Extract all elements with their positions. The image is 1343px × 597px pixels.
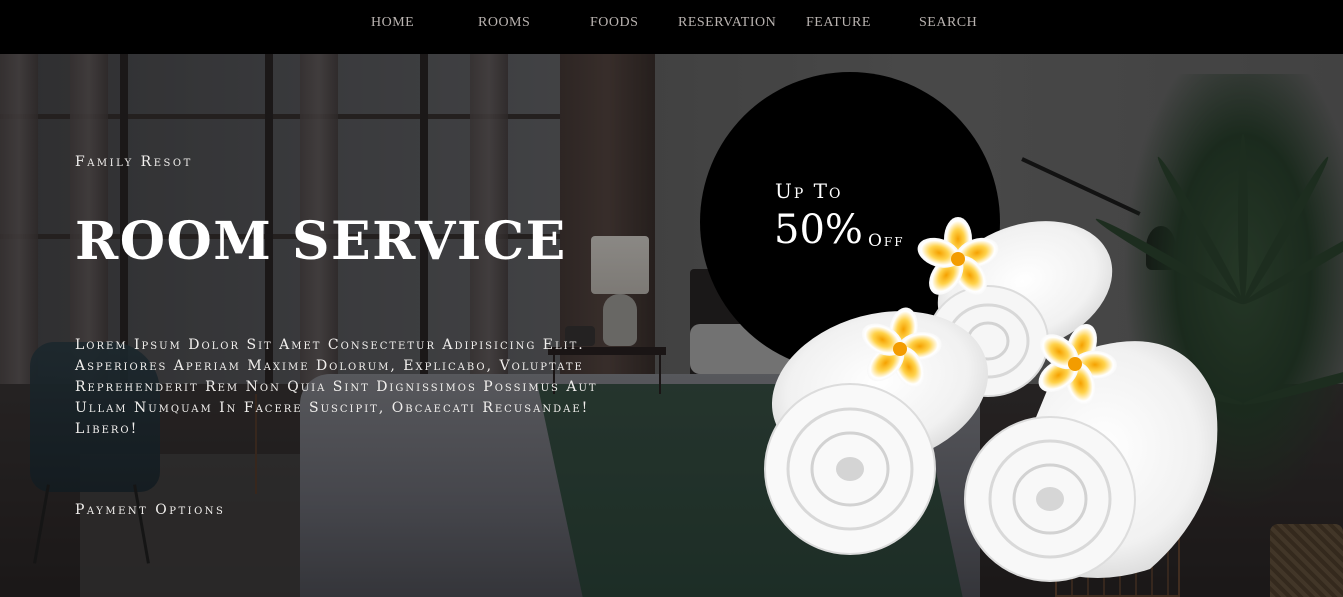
hero-eyebrow: Family Resot	[75, 154, 193, 170]
nav-search-link[interactable]: SEARCH	[919, 15, 977, 31]
payment-options-link[interactable]: Payment Options	[75, 502, 225, 518]
top-navigation: HOME ROOMS FOODS RESERVATION FEATURE SEA…	[0, 0, 1343, 54]
nav-home-link[interactable]: HOME	[371, 15, 414, 31]
towels-flowers-image	[764, 217, 1218, 582]
nav-feature-link[interactable]: FEATURE	[806, 15, 871, 31]
hero-headline: ROOM SERVICE	[75, 211, 567, 272]
nav-rooms-link[interactable]: ROOMS	[478, 15, 530, 31]
nav-reservation-link[interactable]: RESERVATION	[678, 15, 776, 31]
hero-body-text: Lorem Ipsum Dolor Sit Amet Consectetur A…	[75, 337, 598, 437]
nav-foods-link[interactable]: FOODS	[590, 15, 638, 31]
hero-section: Family Resot ROOM SERVICE Lorem Ipsum Do…	[0, 54, 1343, 597]
